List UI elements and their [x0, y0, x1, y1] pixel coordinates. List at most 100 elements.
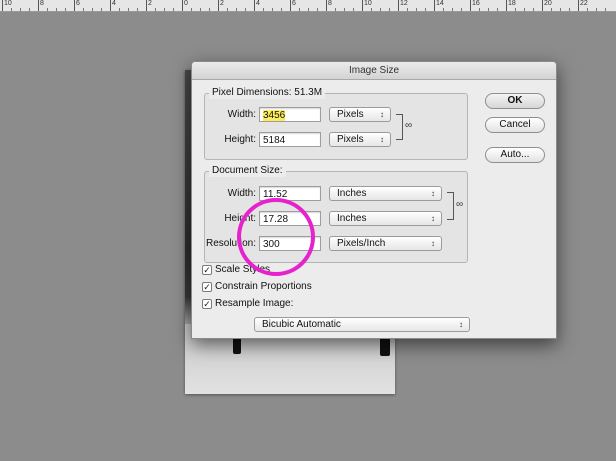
- highlight-circle: [237, 198, 315, 276]
- constrain-proportions-checkbox[interactable]: ✓: [202, 282, 212, 292]
- ruler-major-tick: [542, 0, 543, 11]
- checkmark-icon: ✓: [203, 265, 211, 275]
- ruler-tick-label: 16: [472, 0, 480, 7]
- ruler-minor-tick: [380, 8, 381, 11]
- ruler-minor-tick: [353, 8, 354, 11]
- pixel-height-label: Height:: [224, 134, 256, 145]
- doc-link-bracket: [447, 192, 454, 220]
- ruler-tick-label: 18: [508, 0, 516, 7]
- updown-arrows-icon: ↕: [431, 239, 435, 248]
- updown-arrows-icon: ↕: [380, 110, 384, 119]
- doc-height-unit-select[interactable]: Inches ↕: [329, 211, 442, 226]
- ruler-tick-label: 8: [328, 0, 332, 7]
- scale-styles-checkbox[interactable]: ✓: [202, 265, 212, 275]
- dialog-title: Image Size: [192, 62, 556, 80]
- pixel-dimensions-group: [204, 93, 468, 160]
- updown-arrows-icon: ↕: [431, 214, 435, 223]
- ruler-minor-tick: [83, 8, 84, 11]
- doc-width-label: Width:: [227, 188, 256, 199]
- ruler-minor-tick: [47, 8, 48, 11]
- resolution-unit: Pixels/Inch: [337, 238, 386, 249]
- ruler-tick-label: 6: [76, 0, 80, 7]
- pixel-height-unit-select[interactable]: Pixels ↕: [329, 132, 391, 147]
- chain-link-icon: ∞: [405, 120, 413, 131]
- ruler-tick-label: 6: [292, 0, 296, 7]
- ruler-minor-tick: [551, 8, 552, 11]
- ruler-major-tick: [182, 0, 183, 11]
- ruler-minor-tick: [11, 8, 12, 11]
- ruler-tick-label: 4: [112, 0, 116, 7]
- checkmark-icon: ✓: [203, 299, 211, 309]
- ruler-minor-tick: [344, 8, 345, 11]
- ruler-major-tick: [470, 0, 471, 11]
- ruler-minor-tick: [281, 8, 282, 11]
- ruler-tick-label: 10: [4, 0, 12, 7]
- ruler-minor-tick: [227, 8, 228, 11]
- ruler-minor-tick: [533, 8, 534, 11]
- ruler-minor-tick: [200, 8, 201, 11]
- ruler-minor-tick: [245, 8, 246, 11]
- ruler-major-tick: [254, 0, 255, 11]
- ok-button[interactable]: OK: [485, 93, 545, 109]
- ruler-tick-label: 22: [580, 0, 588, 7]
- auto-button[interactable]: Auto...: [485, 147, 545, 163]
- pixel-width-value: 3456: [263, 110, 286, 121]
- ruler-minor-tick: [524, 8, 525, 11]
- resample-image-checkbox[interactable]: ✓: [202, 299, 212, 309]
- resample-image-label: Resample Image:: [215, 298, 294, 309]
- ruler-minor-tick: [299, 8, 300, 11]
- ruler-major-tick: [38, 0, 39, 11]
- resolution-unit-select[interactable]: Pixels/Inch ↕: [329, 236, 442, 251]
- ruler-tick-label: 12: [400, 0, 408, 7]
- ruler-minor-tick: [263, 8, 264, 11]
- cancel-button[interactable]: Cancel: [485, 117, 545, 133]
- pixel-width-unit: Pixels: [337, 109, 364, 120]
- ruler-minor-tick: [119, 8, 120, 11]
- ruler-minor-tick: [65, 8, 66, 11]
- pixel-width-input[interactable]: 3456: [259, 107, 321, 122]
- doc-width-unit-select[interactable]: Inches ↕: [329, 186, 442, 201]
- resample-method-select[interactable]: Bicubic Automatic ↕: [254, 317, 470, 332]
- ruler-minor-tick: [569, 8, 570, 11]
- ruler-major-tick: [398, 0, 399, 11]
- ruler-major-tick: [146, 0, 147, 11]
- updown-arrows-icon: ↕: [380, 135, 384, 144]
- doc-width-unit: Inches: [337, 188, 367, 199]
- pixel-dimensions-title: Pixel Dimensions: 51.3M: [209, 87, 326, 99]
- ruler-minor-tick: [443, 8, 444, 11]
- ruler-tick-label: 8: [40, 0, 44, 7]
- ruler-minor-tick: [317, 8, 318, 11]
- ruler-minor-tick: [416, 8, 417, 11]
- ruler-major-tick: [74, 0, 75, 11]
- ruler-tick-label: 14: [436, 0, 444, 7]
- pixel-height-input[interactable]: 5184: [259, 132, 321, 147]
- ruler-major-tick: [434, 0, 435, 11]
- ruler-minor-tick: [425, 8, 426, 11]
- ruler-major-tick: [326, 0, 327, 11]
- checkmark-icon: ✓: [203, 282, 211, 292]
- ruler-minor-tick: [137, 8, 138, 11]
- ruler-tick-label: 2: [220, 0, 224, 7]
- ruler-minor-tick: [20, 8, 21, 11]
- ruler-minor-tick: [389, 8, 390, 11]
- ruler-minor-tick: [560, 8, 561, 11]
- ruler-tick-label: 0: [184, 0, 188, 7]
- pixel-height-value: 5184: [263, 135, 286, 146]
- ruler-minor-tick: [101, 8, 102, 11]
- ruler-minor-tick: [29, 8, 30, 11]
- ruler-minor-tick: [461, 8, 462, 11]
- doc-height-unit: Inches: [337, 213, 367, 224]
- ruler-major-tick: [362, 0, 363, 11]
- ruler-tick-label: 4: [256, 0, 260, 7]
- ruler-tick-label: 10: [364, 0, 372, 7]
- ruler-minor-tick: [488, 8, 489, 11]
- image-size-dialog: Image Size Pixel Dimensions: 51.3M Width…: [191, 61, 557, 339]
- ruler-major-tick: [578, 0, 579, 11]
- ruler-minor-tick: [155, 8, 156, 11]
- ruler-minor-tick: [236, 8, 237, 11]
- ruler-minor-tick: [452, 8, 453, 11]
- pixel-width-unit-select[interactable]: Pixels ↕: [329, 107, 391, 122]
- horizontal-ruler: 10 8 6 4 2 0 2 4 6 8 10 12 14 16 18 20 22: [0, 0, 616, 12]
- pixel-height-unit: Pixels: [337, 134, 364, 145]
- ruler-minor-tick: [173, 8, 174, 11]
